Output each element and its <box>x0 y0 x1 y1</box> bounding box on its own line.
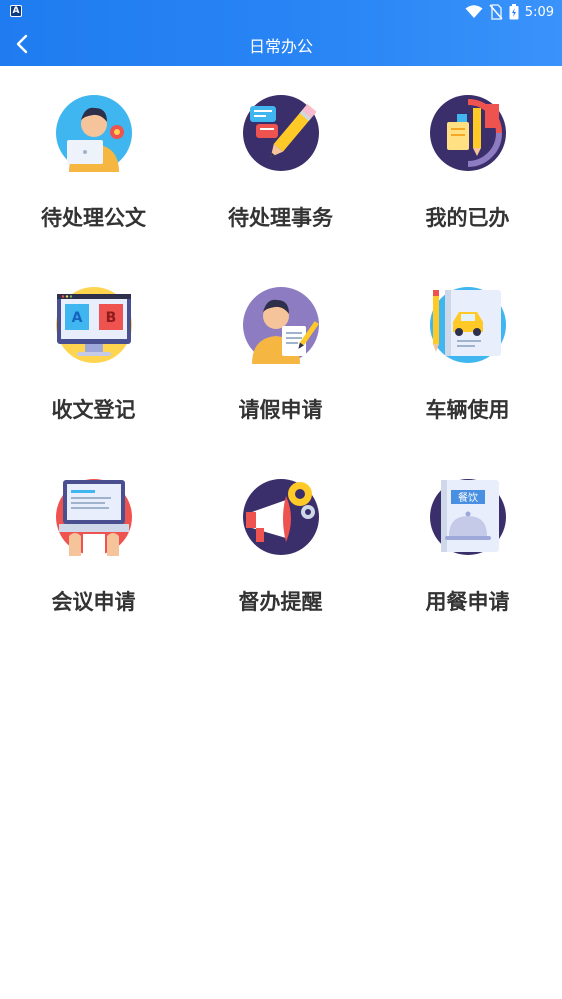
tile-pending-documents[interactable]: 待处理公文 <box>0 66 187 258</box>
top-bar: A 5:09 日常办公 <box>0 0 562 66</box>
tile-label: 用餐申请 <box>425 590 510 614</box>
meeting-request-icon <box>56 479 132 556</box>
no-sim-icon <box>489 4 503 20</box>
tile-label: 会议申请 <box>51 590 136 614</box>
tile-meal-request[interactable]: 餐饮 用餐申请 <box>374 450 561 642</box>
tile-label: 我的已办 <box>425 206 510 230</box>
tile-label: 待处理事务 <box>228 206 333 230</box>
tile-meeting-request[interactable]: 会议申请 <box>0 450 187 642</box>
leave-request-icon <box>243 287 319 364</box>
tile-label: 请假申请 <box>238 398 323 422</box>
app-notification-icon: A <box>10 5 22 17</box>
document-register-icon: A B <box>56 287 132 363</box>
tile-pending-tasks[interactable]: 待处理事务 <box>187 66 374 258</box>
status-time: 5:09 <box>524 4 554 20</box>
completed-items-icon <box>430 95 506 171</box>
status-indicators: 5:09 <box>465 3 554 21</box>
app-screen: A 5:09 日常办公 待处理公文 待处理事务 我的已办 A B 收文登记 请假… <box>0 0 562 999</box>
battery-icon <box>509 4 519 20</box>
svg-text:B: B <box>106 310 117 326</box>
status-bar: A 5:09 <box>0 0 562 24</box>
nav-bar: 日常办公 <box>0 24 562 66</box>
page-title: 日常办公 <box>248 37 313 56</box>
meal-badge-text: 餐饮 <box>458 491 478 504</box>
tile-label: 督办提醒 <box>238 590 323 614</box>
svg-text:A: A <box>72 310 83 326</box>
vehicle-use-icon <box>430 287 506 363</box>
tile-completed[interactable]: 我的已办 <box>374 66 561 258</box>
tile-leave-request[interactable]: 请假申请 <box>187 258 374 450</box>
tile-vehicle-use[interactable]: 车辆使用 <box>374 258 561 450</box>
meal-request-icon: 餐饮 <box>430 479 506 555</box>
tile-label: 车辆使用 <box>425 398 510 422</box>
tile-document-register[interactable]: A B 收文登记 <box>0 258 187 450</box>
pending-document-icon <box>56 95 132 172</box>
tile-label: 收文登记 <box>51 398 136 422</box>
supervision-reminder-icon <box>243 479 319 555</box>
tile-supervision-reminder[interactable]: 督办提醒 <box>187 450 374 642</box>
pending-tasks-icon <box>243 95 319 171</box>
tile-label: 待处理公文 <box>41 206 146 230</box>
wifi-icon <box>465 5 483 18</box>
